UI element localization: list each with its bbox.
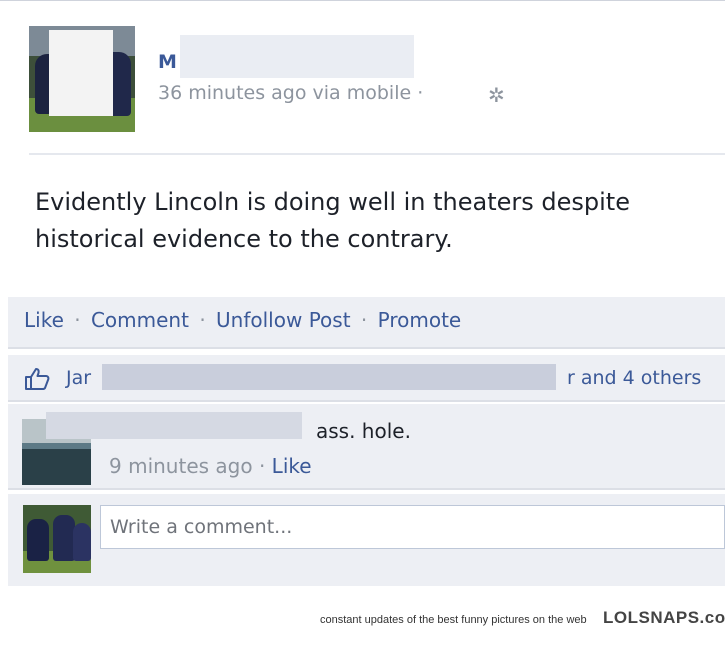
likers-link[interactable]: r and 4 others xyxy=(567,367,701,389)
post-actions-bar: Like · Comment · Unfollow Post · Promote xyxy=(8,297,725,349)
comment: ass. hole. 9 minutes ago · Like xyxy=(8,404,725,490)
promote-link[interactable]: Promote xyxy=(378,308,462,332)
brand-logo: LOLSNAPS.com xyxy=(603,608,725,627)
comment-text: ass. hole. xyxy=(316,419,411,443)
commenter-name-censor xyxy=(46,412,302,439)
liker-name-censor xyxy=(102,364,556,390)
comment-timestamp: 9 minutes ago · xyxy=(109,454,266,478)
author-name[interactable]: M xyxy=(158,51,177,73)
avatar-figure xyxy=(73,523,91,561)
avatar-foreground xyxy=(22,449,91,485)
separator: · xyxy=(199,308,206,332)
separator: · xyxy=(74,308,81,332)
comment-input[interactable] xyxy=(100,505,725,549)
liker-name[interactable]: Jar xyxy=(66,367,91,389)
footer-tagline: constant updates of the best funny pictu… xyxy=(320,614,587,626)
like-link[interactable]: Like xyxy=(24,308,64,332)
thumbs-up-icon xyxy=(25,368,50,390)
avatar-figure xyxy=(53,515,75,561)
avatar-figure xyxy=(27,519,49,561)
gear-icon[interactable]: ✲ xyxy=(488,83,505,107)
author-avatar[interactable] xyxy=(29,26,135,132)
watermark-footer: constant updates of the best funny pictu… xyxy=(0,592,725,646)
post-timestamp: 36 minutes ago via mobile · xyxy=(158,82,424,104)
avatar-censor-block xyxy=(49,30,113,116)
comment-like-link[interactable]: Like xyxy=(272,454,312,478)
comment-link[interactable]: Comment xyxy=(91,308,189,332)
likes-summary: Jar r and 4 others xyxy=(8,355,725,402)
separator: · xyxy=(360,308,368,332)
author-name-censor xyxy=(180,35,414,78)
unfollow-post-link[interactable]: Unfollow Post xyxy=(216,308,351,332)
viewer-avatar xyxy=(23,505,91,573)
status-text: Evidently Lincoln is doing well in theat… xyxy=(35,188,630,253)
header-divider xyxy=(29,153,725,155)
post-actions: Like · Comment · Unfollow Post · Promote xyxy=(24,308,461,332)
facebook-post: M 36 minutes ago via mobile · ✲ Evidentl… xyxy=(0,0,725,592)
comment-composer xyxy=(8,494,725,586)
comment-meta: 9 minutes ago · Like xyxy=(109,454,312,478)
